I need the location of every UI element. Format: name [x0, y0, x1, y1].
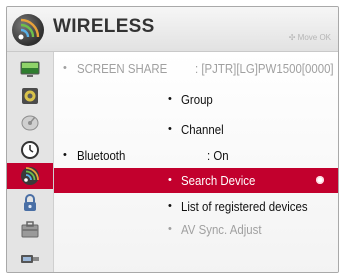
bullet-icon: • [63, 149, 67, 161]
bullet-icon: • [168, 174, 172, 186]
navigation-hint: ✣ Move OK [289, 33, 331, 42]
sidebar-item-picture[interactable] [7, 56, 53, 82]
menu-item-label: SCREEN SHARE [77, 61, 168, 76]
menu-item-screen-share[interactable]: • SCREEN SHARE : [PJTR][LG]PW1500[0000] [54, 56, 338, 81]
page-title: WIRELESS [53, 16, 155, 37]
menu-item-label: Channel [181, 122, 224, 137]
picture-icon [20, 61, 40, 77]
option-icon [21, 221, 39, 238]
sidebar-item-channel[interactable] [7, 110, 53, 136]
sidebar-item-time[interactable] [7, 137, 53, 163]
menu-item-av-sync[interactable]: • AV Sync. Adjust [54, 217, 338, 242]
bullet-icon: • [63, 62, 67, 74]
hint-text: Move OK [297, 33, 331, 42]
menu-item-label: Group [181, 92, 213, 107]
sidebar-item-network[interactable] [7, 244, 53, 270]
category-sidebar [7, 52, 54, 272]
menu-item-label: Search Device [181, 173, 256, 188]
menu-item-value: : [PJTR][LG]PW1500[0000] [195, 61, 334, 76]
bullet-icon: • [168, 200, 172, 212]
sidebar-item-option[interactable] [7, 217, 53, 243]
settings-window: WIRELESS ✣ Move OK • SCREEN SHARE: [PJT… [6, 6, 339, 273]
network-icon [21, 255, 39, 263]
lock-icon [24, 194, 36, 211]
menu-item-label: AV Sync. Adjust [181, 222, 262, 237]
menu-item-label: List of registered devices [181, 199, 308, 214]
header-bar: WIRELESS ✣ Move OK [7, 7, 338, 52]
menu-item-channel[interactable]: • Channel [54, 117, 338, 142]
menu-item-bluetooth[interactable]: • Bluetooth : On [54, 143, 338, 168]
wireless-menu: • SCREEN SHARE : [PJTR][LG]PW1500[0000] … [54, 52, 338, 272]
satellite-dish-icon [21, 115, 39, 131]
bullet-icon: • [168, 223, 172, 235]
sidebar-item-lock[interactable] [7, 190, 53, 216]
clock-icon [21, 141, 39, 159]
menu-item-group[interactable]: • Group [54, 87, 338, 112]
menu-item-registered-devices[interactable]: • List of registered devices [54, 194, 338, 219]
sidebar-item-audio[interactable] [7, 83, 53, 109]
sidebar-item-wireless[interactable] [7, 163, 53, 189]
bullet-icon: • [168, 93, 172, 105]
menu-item-search-device[interactable]: • Search Device [54, 168, 338, 193]
wireless-icon [21, 167, 39, 185]
menu-item-label: Bluetooth [77, 148, 126, 163]
menu-item-value: : On [207, 148, 229, 163]
audio-icon [22, 88, 38, 104]
wireless-icon [12, 14, 44, 46]
bullet-icon: • [168, 123, 172, 135]
move-icon: ✣ [288, 33, 296, 42]
selected-indicator-icon [316, 176, 324, 184]
